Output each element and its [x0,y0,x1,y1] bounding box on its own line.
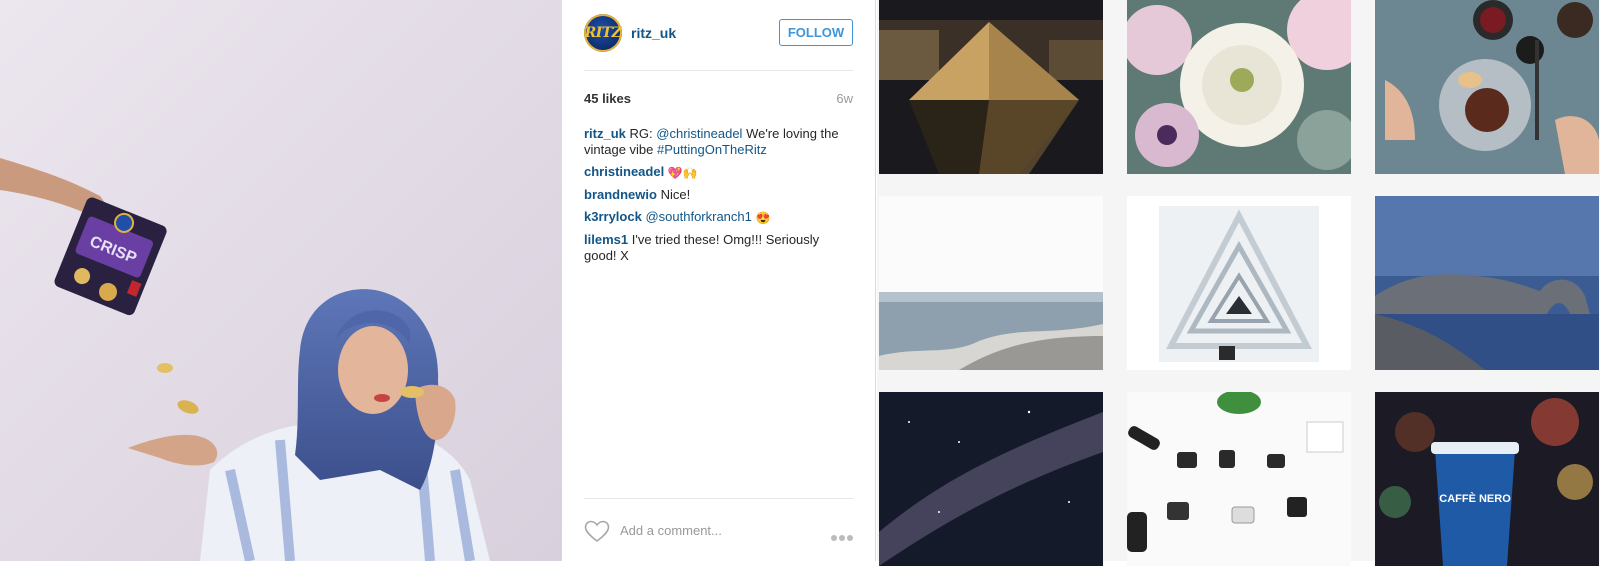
comment-text-prefix: RG: [629,126,657,141]
comment-mention[interactable]: @christineadel [656,126,742,141]
likes-count[interactable]: 45 likes [584,91,631,106]
heart-icon[interactable] [584,520,610,544]
footer-divider [584,498,853,499]
post-age: 6w [836,91,853,106]
avatar[interactable]: RITZ [584,14,622,52]
comment: ritz_uk RG: @christineadel We're loving … [584,126,854,158]
follow-button[interactable]: FOLLOW [779,19,853,46]
header-divider [584,70,853,71]
coffee-cup-image: CAFFÈ NERO [1375,392,1599,566]
comment: christineadel 💖🙌 [584,164,854,181]
camera-accessories-image [1127,392,1351,566]
comment-hashtag[interactable]: #PuttingOnTheRitz [657,142,767,157]
white-flowers-image [1127,0,1351,174]
grid-tile-louvre[interactable] [879,0,1103,174]
comment-mention[interactable]: @southforkranch1 [645,209,751,224]
sea-horizon-image [879,196,1103,370]
comment-emoji: 💖🙌 [667,166,698,180]
post-photo[interactable]: CRISP [0,0,562,561]
comment-username[interactable]: brandnewio [584,187,657,202]
svg-text:CAFFÈ NERO: CAFFÈ NERO [1439,492,1511,505]
night-sky-image [879,392,1103,566]
grid-tile-coffee[interactable]: CAFFÈ NERO [1375,392,1599,566]
comment-username[interactable]: christineadel [584,164,664,179]
post-username[interactable]: ritz_uk [631,25,676,41]
comment-username[interactable]: ritz_uk [584,126,626,141]
post-header: RITZ ritz_uk FOLLOW [584,14,853,54]
comment: brandnewio Nice! [584,187,854,203]
comment-username[interactable]: k3rrylock [584,209,642,224]
grid-tile-sea[interactable] [879,196,1103,370]
grid-tile-camera-gear[interactable] [1127,392,1351,566]
add-comment-input[interactable]: Add a comment... [620,523,722,538]
more-options-icon[interactable] [829,528,853,541]
post-photo-illustration: CRISP [0,0,562,561]
louvre-pyramid-image [879,0,1103,174]
comments-list: ritz_uk RG: @christineadel We're loving … [584,126,854,270]
post-panel: RITZ ritz_uk FOLLOW 45 likes 6w ritz_uk … [562,0,876,561]
comment-username[interactable]: lilems1 [584,232,628,247]
photo-grid: CAFFÈ NERO [877,0,1600,566]
grid-tile-staircase[interactable] [1127,196,1351,370]
grid-tile-milky-way[interactable] [879,392,1103,566]
grid-tile-breakfast[interactable] [1375,0,1599,174]
breakfast-flatlay-image [1375,0,1599,174]
comment-bar: Add a comment... [584,520,853,550]
spiral-staircase-image [1127,196,1351,370]
comment-text: Nice! [660,187,691,202]
avatar-logo-text: RITZ [584,25,622,41]
comment: k3rrylock @southforkranch1 😍 [584,209,854,226]
grid-tile-durdle-door[interactable] [1375,196,1599,370]
comment-emoji: 😍 [755,211,771,225]
grid-tile-flowers[interactable] [1127,0,1351,174]
comment: lilems1 I've tried these! Omg!!! Serious… [584,232,854,264]
coast-arch-image [1375,196,1599,370]
